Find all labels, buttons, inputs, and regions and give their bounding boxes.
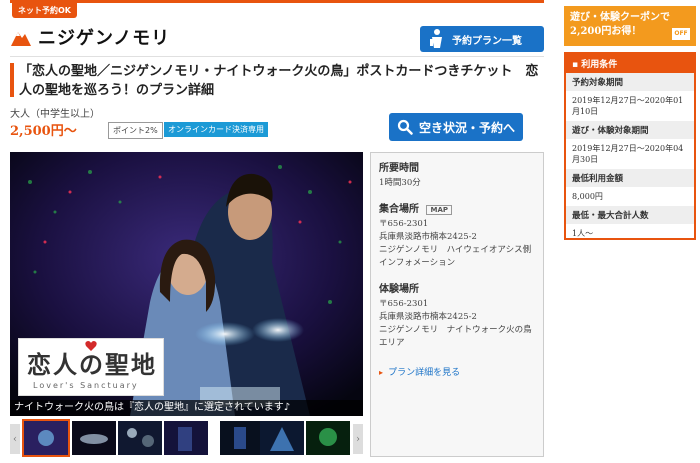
thumbnail-2[interactable] [72, 421, 116, 455]
plan-info-panel: 所要時間 1時間30分 集合場所 MAP 〒656-2301 兵庫県淡路市楠本2… [370, 152, 544, 457]
thumbnail-7[interactable] [306, 421, 350, 455]
terms-row-title: 予約対象期間 [566, 73, 694, 91]
logo-roman: Lover's Sanctuary [33, 381, 139, 390]
terms-row-value: 8,000円 [572, 192, 603, 201]
meeting-postal: 〒656-2301 [379, 219, 429, 229]
mountain-logo-icon [11, 32, 31, 46]
terms-row-title: 最低・最大合計人数 [566, 206, 694, 224]
point-badge: ポイント2% [108, 122, 163, 139]
meeting-place: ニジゲンノモリ ハイウェイオアシス側インフォメーション [379, 245, 532, 268]
online-payment-badge: オンラインカード決済専用 [164, 122, 268, 137]
brand-name: ニジゲンノモリ [38, 28, 171, 49]
experience-postal: 〒656-2301 [379, 299, 429, 309]
terms-heading: ▪ 利用条件 [566, 54, 694, 73]
main-photo[interactable]: 恋人の聖地 Lover's Sanctuary ナイトウォーク火の鳥は『恋人の聖… [10, 152, 363, 416]
thumbnail-4[interactable] [164, 421, 208, 455]
terms-row-title: 最低利用金額 [566, 169, 694, 187]
meeting-label: 集合場所 [379, 204, 419, 215]
meeting-place-value: 〒656-2301 兵庫県淡路市楠本2425-2 ニジゲンノモリ ハイウェイオア… [379, 218, 535, 270]
photo-caption: ナイトウォーク火の鳥は『恋人の聖地』に選定されています♪ [10, 400, 363, 416]
experience-place: ニジゲンノモリ ナイトウォーク火の鳥エリア [379, 325, 532, 348]
page-title: 「恋人の聖地／ニジゲンノモリ・ナイトウォーク火の鳥」ポストカードつきチケット 恋… [19, 64, 539, 98]
terms-row-value: 2019年12月27日〜2020年04月30日 [572, 144, 684, 164]
thumbnail-3[interactable] [118, 421, 162, 455]
experience-address: 兵庫県淡路市楠本2425-2 [379, 312, 477, 322]
search-icon [397, 119, 413, 135]
terms-row-value: 1人〜 [572, 229, 594, 238]
duration-label: 所要時間 [379, 163, 419, 174]
header-accent-line [10, 0, 544, 3]
map-button[interactable]: MAP [426, 204, 452, 215]
terms-panel: ▪ 利用条件 予約対象期間 2019年12月27日〜2020年01月10日 遊び… [564, 52, 696, 240]
triangle-icon: ▪ [572, 60, 579, 70]
person-list-icon [430, 29, 442, 48]
duration-value: 1時間30分 [379, 178, 421, 188]
coupon-banner[interactable]: 遊び・体験クーポンで2,200円お得！ OFF [564, 6, 696, 46]
availability-button[interactable]: 空き状況・予約へ [389, 113, 523, 141]
coupon-text: 遊び・体験クーポンで2,200円お得！ [570, 12, 670, 37]
brand: ニジゲンノモリ [10, 24, 170, 50]
meeting-place-heading: 集合場所 MAP [379, 200, 535, 215]
terms-row-title: 遊び・体験対象期間 [566, 121, 694, 139]
plan-detail-label: プラン詳細を見る [388, 368, 461, 378]
experience-place-value: 〒656-2301 兵庫県淡路市楠本2425-2 ニジゲンノモリ ナイトウォーク… [379, 298, 535, 350]
header-divider [10, 56, 544, 57]
net-booking-badge: ネット予約OK [12, 3, 77, 18]
age-label: 大人（中学生以上） [10, 109, 100, 120]
title-accent-bar [10, 63, 14, 97]
availability-label: 空き状況・予約へ [418, 120, 515, 135]
lovers-sanctuary-logo: 恋人の聖地 Lover's Sanctuary [18, 338, 164, 396]
thumbnail-next-button[interactable]: › [353, 424, 363, 454]
price: 2,500円〜 [10, 124, 77, 139]
thumbnail-prev-button[interactable]: ‹ [10, 424, 20, 454]
terms-row-value: 2019年12月27日〜2020年01月10日 [572, 96, 684, 116]
plan-list-button[interactable]: 予約プラン一覧 [420, 26, 544, 52]
terms-heading-label: 利用条件 [581, 60, 618, 70]
experience-label: 体験場所 [379, 284, 419, 295]
plan-list-label: 予約プラン一覧 [452, 35, 522, 47]
arrow-right-icon: ▸ [379, 368, 384, 377]
meeting-address: 兵庫県淡路市楠本2425-2 [379, 232, 477, 242]
thumbnail-strip: ‹ › [10, 419, 363, 457]
plan-detail-link[interactable]: ▸ プラン詳細を見る [379, 360, 535, 379]
logo-kanji: 恋人の聖地 [27, 350, 157, 379]
off-ticket-icon: OFF [672, 28, 690, 40]
thumbnail-5[interactable] [220, 421, 264, 455]
thumbnail-6[interactable] [260, 421, 304, 455]
thumbnail-1[interactable] [22, 419, 70, 457]
